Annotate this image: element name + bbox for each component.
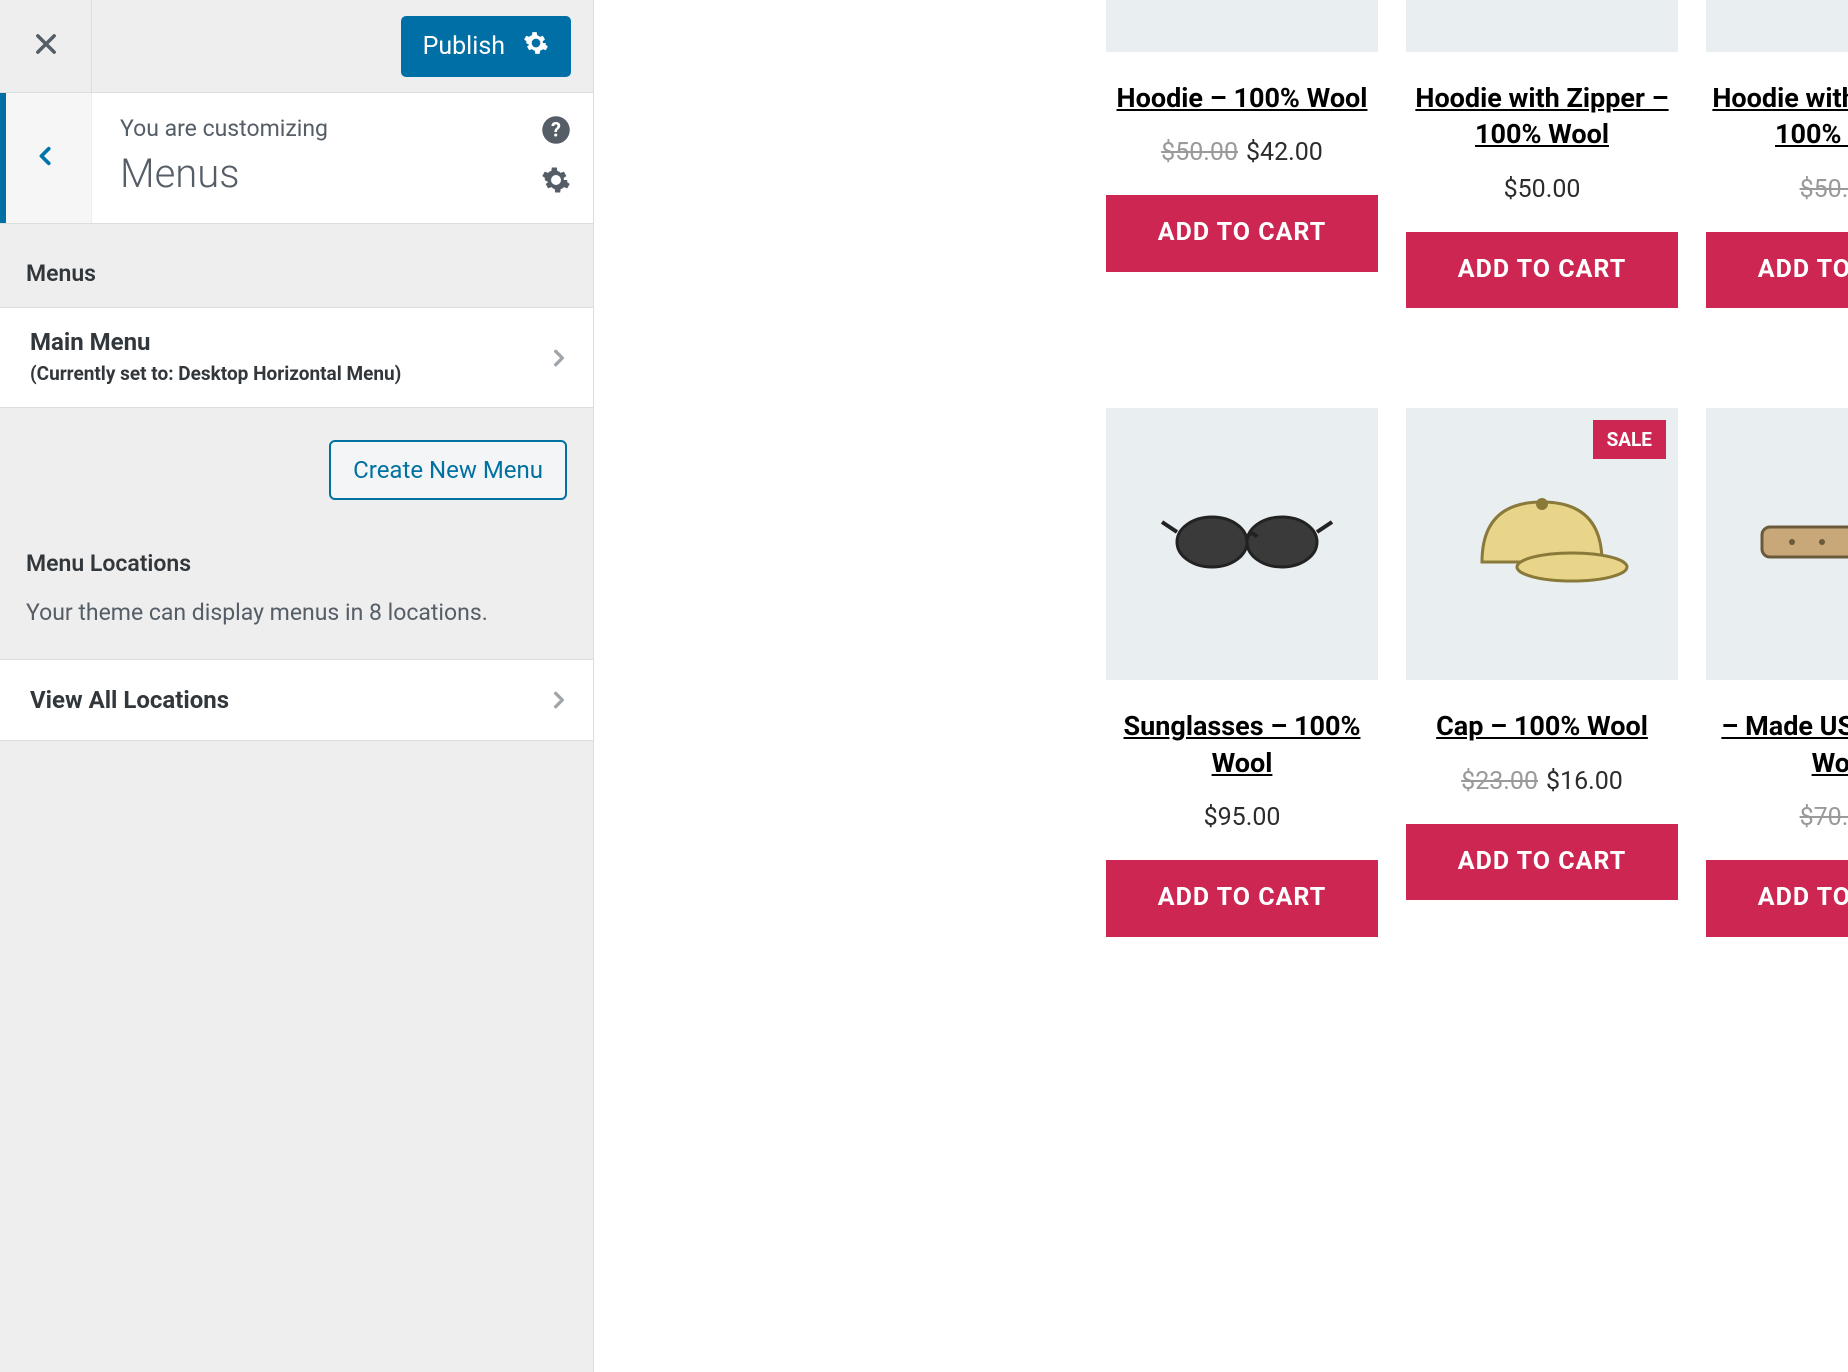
menus-heading: Menus [0, 224, 593, 307]
price: $42.00 [1246, 138, 1323, 167]
product-image[interactable]: SALE [1406, 408, 1678, 680]
product-card: – Made USAB 100% Wool $70.00 ADD TO CART [1706, 408, 1848, 936]
product-card: SALE Cap – 100% Wool $23.00 $16.00 ADD TO… [1406, 408, 1678, 936]
product-title[interactable]: – Made USAB 100% Wool [1706, 708, 1848, 781]
customizer-topbar: Publish [0, 0, 593, 92]
price: $16.00 [1546, 767, 1623, 796]
product-card: Hoodie with Pocket – 100% Wool $50.00 AD… [1706, 0, 1848, 308]
chevron-right-icon [549, 686, 569, 714]
product-image[interactable] [1406, 0, 1678, 52]
menu-item-title: Main Menu [30, 328, 567, 356]
product-card: Hoodie – 100% Wool $50.00 $42.00 ADD TO C… [1106, 0, 1378, 308]
belt-icon [1742, 442, 1848, 646]
product-title[interactable]: Hoodie with Zipper – 100% Wool [1406, 80, 1678, 153]
add-to-cart-button[interactable]: ADD TO CART [1106, 860, 1378, 937]
help-icon[interactable]: ? [541, 115, 571, 145]
product-image[interactable] [1106, 408, 1378, 680]
add-to-cart-button[interactable]: ADD TO CART [1106, 195, 1378, 272]
old-price: $23.00 [1461, 767, 1538, 796]
product-price: $50.00 [1504, 175, 1581, 204]
price: $50.00 [1504, 175, 1581, 204]
view-all-locations-label: View All Locations [30, 686, 567, 714]
hoodie-pocket-icon [1742, 0, 1848, 18]
product-card: Hoodie with Zipper – 100% Wool $50.00 AD… [1406, 0, 1678, 308]
product-title[interactable]: Hoodie with Pocket – 100% Wool [1706, 80, 1848, 153]
old-price: $50.00 [1800, 175, 1848, 204]
old-price: $50.00 [1161, 138, 1238, 167]
publish-button[interactable]: Publish [401, 16, 571, 77]
product-title[interactable]: Hoodie – 100% Wool [1117, 80, 1368, 116]
menu-item-subtitle: (Currently set to: Desktop Horizontal Me… [30, 362, 567, 385]
section-header: You are customizing Menus ? [0, 92, 593, 224]
sunglasses-icon [1142, 442, 1342, 646]
customizer-sidebar: Publish You are customizing Menus ? [0, 0, 594, 1372]
product-image[interactable] [1706, 408, 1848, 680]
menu-locations-description: Your theme can display menus in 8 locati… [0, 597, 593, 659]
product-image[interactable] [1106, 0, 1378, 52]
view-all-locations-row[interactable]: View All Locations [0, 659, 593, 741]
old-price: $70.00 [1800, 803, 1848, 832]
hoodie-icon [1142, 0, 1342, 18]
customizing-label: You are customizing [120, 115, 569, 142]
add-to-cart-button[interactable]: ADD TO CART [1406, 232, 1678, 309]
chevron-left-icon [35, 141, 57, 175]
sale-badge: SALE [1593, 420, 1666, 459]
product-grid: Hoodie – 100% Wool $50.00 $42.00 ADD TO C… [1106, 0, 1848, 937]
add-to-cart-button[interactable]: ADD TO CART [1706, 860, 1848, 937]
product-title[interactable]: Sunglasses – 100% Wool [1106, 708, 1378, 781]
svg-text:?: ? [551, 117, 561, 141]
product-price: $70.00 [1800, 803, 1848, 832]
product-price: $50.00 [1800, 175, 1848, 204]
gear-icon[interactable] [541, 165, 571, 195]
product-price: $50.00 $42.00 [1161, 138, 1323, 167]
product-price: $95.00 [1204, 803, 1281, 832]
menu-locations-heading: Menu Locations [0, 540, 593, 597]
add-to-cart-button[interactable]: ADD TO CART [1406, 824, 1678, 901]
section-title: Menus [120, 150, 569, 197]
menu-item-main-menu[interactable]: Main Menu (Currently set to: Desktop Hor… [0, 307, 593, 408]
back-button[interactable] [0, 93, 92, 223]
close-button[interactable] [0, 0, 92, 92]
cap-icon [1442, 442, 1642, 646]
product-price: $23.00 $16.00 [1461, 767, 1623, 796]
create-new-menu-button[interactable]: Create New Menu [329, 440, 567, 500]
price: $95.00 [1204, 803, 1281, 832]
hoodie-zipper-icon [1442, 0, 1642, 18]
product-image[interactable] [1706, 0, 1848, 52]
close-icon [32, 30, 60, 62]
add-to-cart-button[interactable]: ADD TO CART [1706, 232, 1848, 309]
product-title[interactable]: Cap – 100% Wool [1436, 708, 1648, 744]
chevron-right-icon [549, 344, 569, 372]
product-card: Sunglasses – 100% Wool $95.00 ADD TO CAR… [1106, 408, 1378, 936]
gear-icon [523, 30, 549, 63]
site-preview: Hoodie – 100% Wool $50.00 $42.00 ADD TO C… [596, 0, 1848, 1372]
publish-label: Publish [423, 32, 505, 61]
